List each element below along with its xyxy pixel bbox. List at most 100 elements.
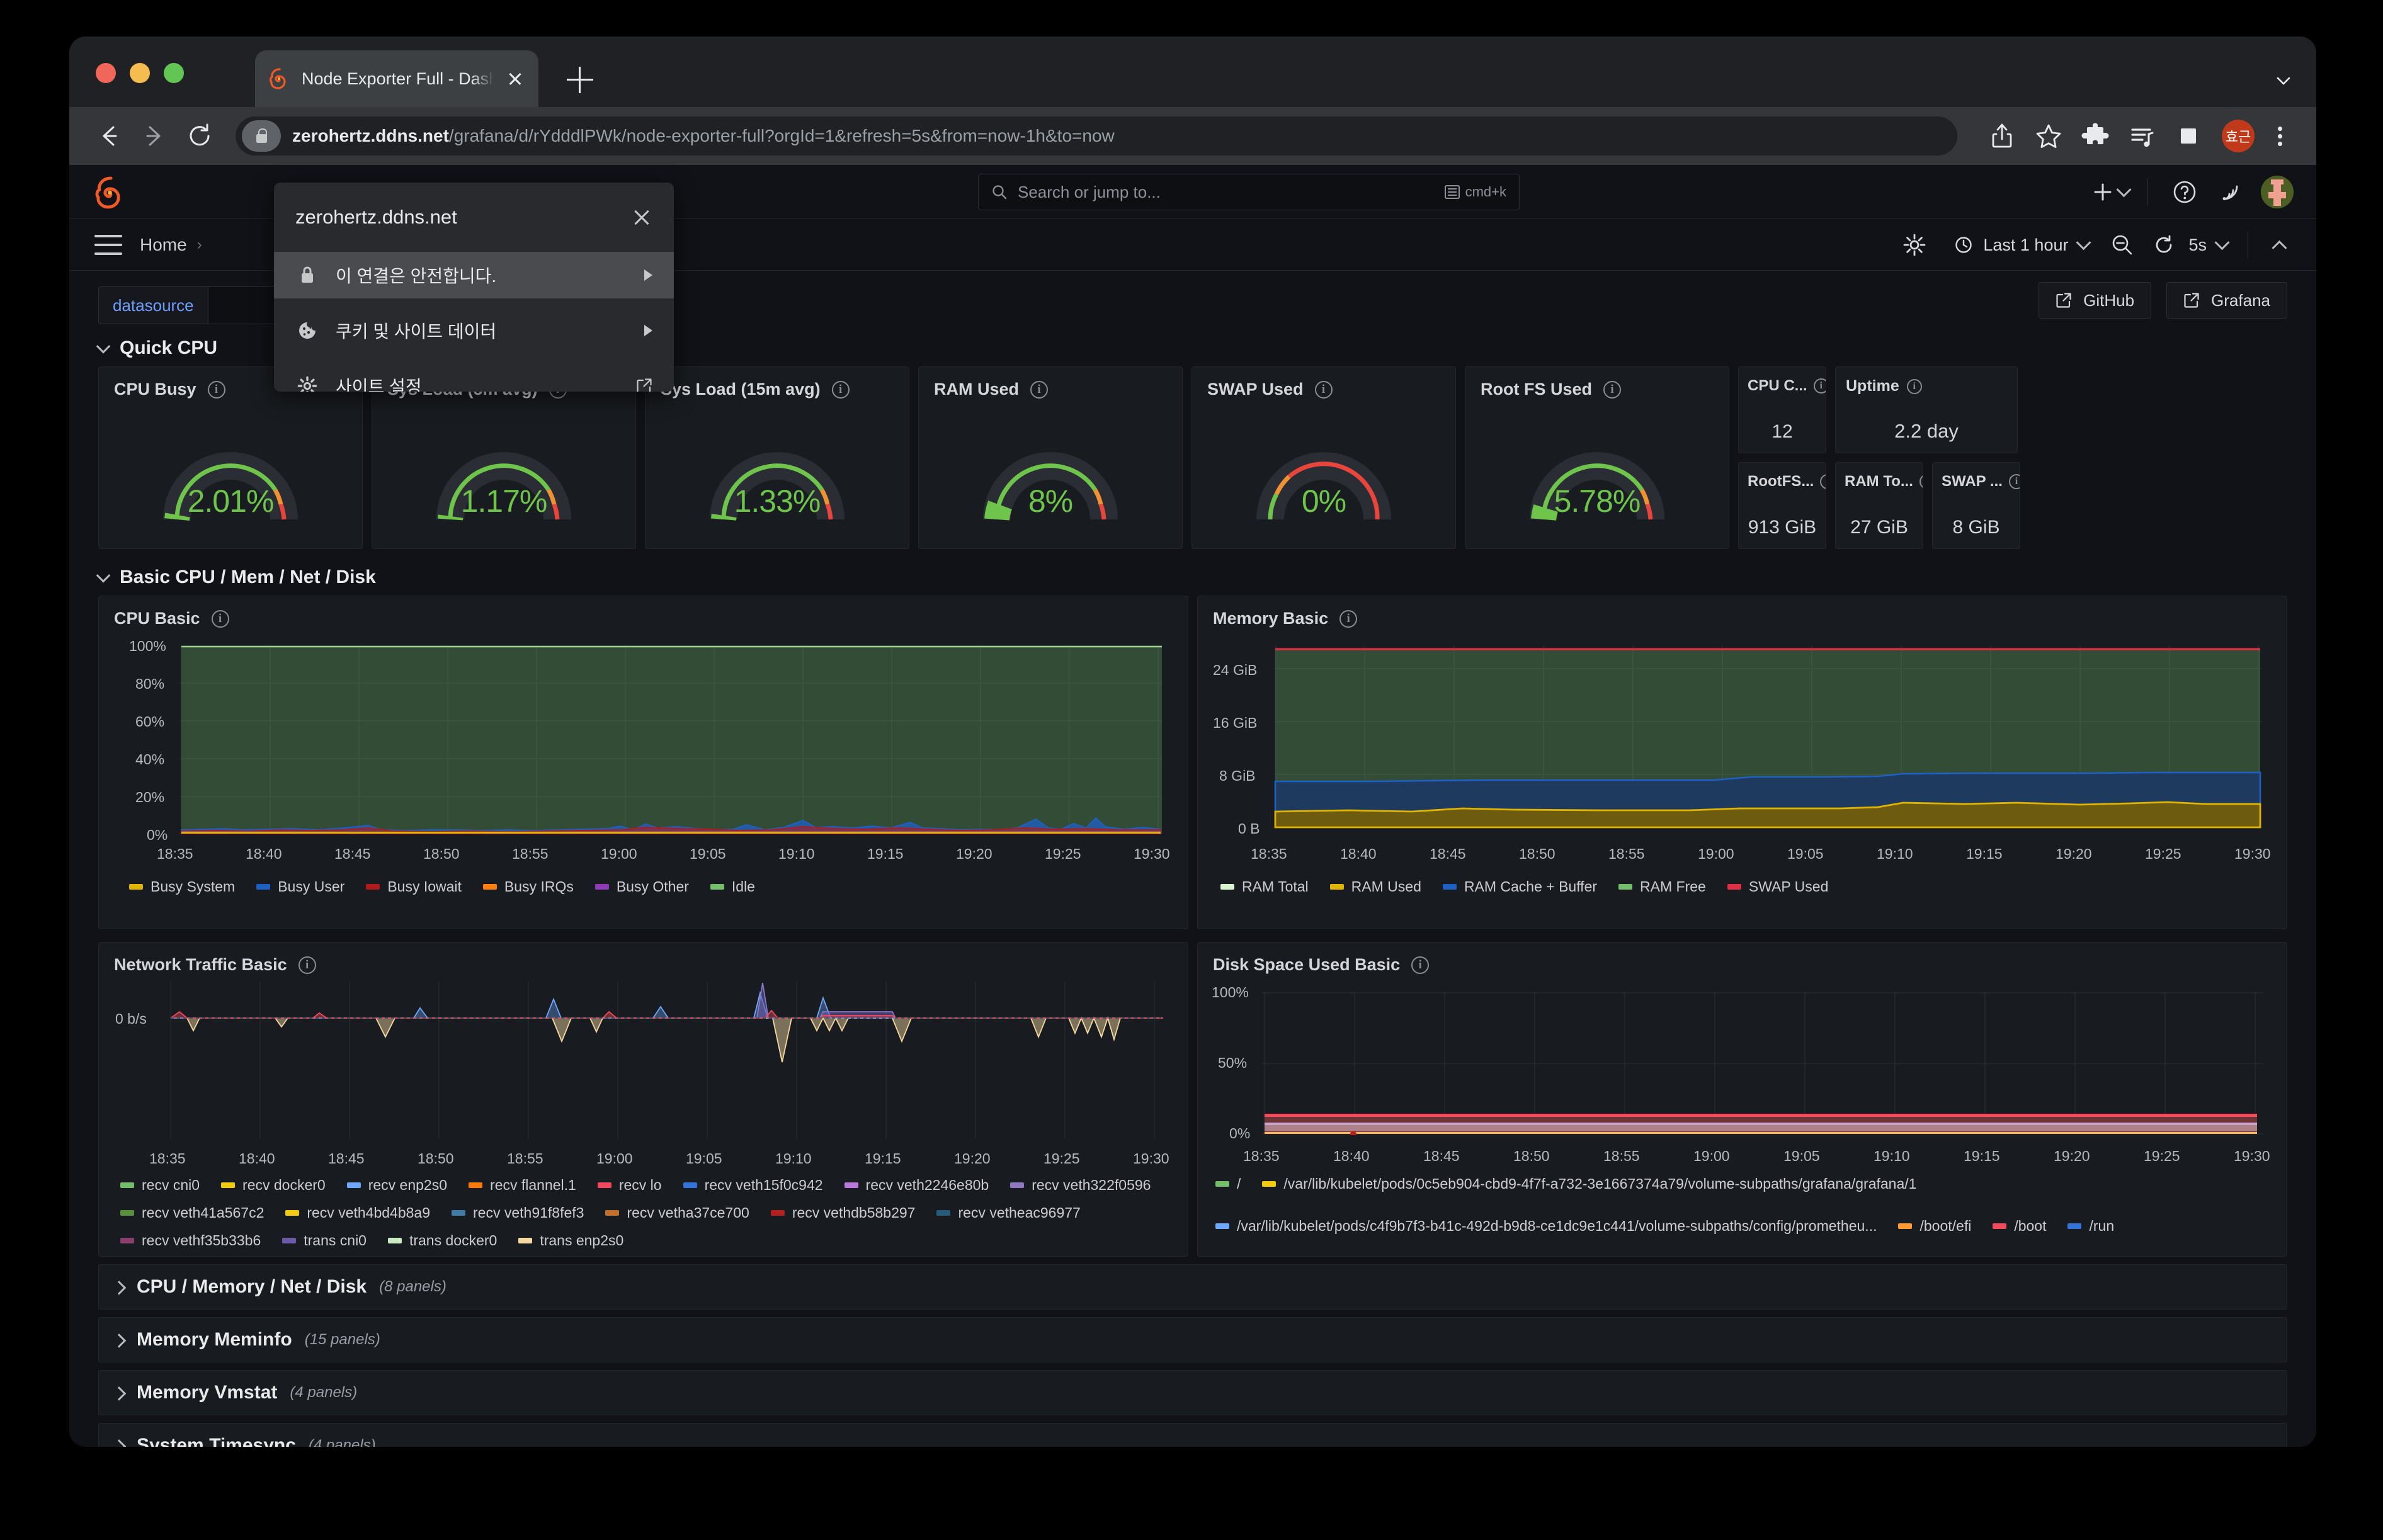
panel-title-text: RAM Used: [934, 380, 1020, 399]
legend-item[interactable]: /var/lib/kubelet/pods/c4f9b7f3-b41c-492d…: [1215, 1218, 1877, 1235]
legend-item[interactable]: RAM Total: [1220, 878, 1309, 895]
info-icon[interactable]: i: [1820, 474, 1826, 489]
legend-item[interactable]: /boot/efi: [1898, 1218, 1971, 1235]
news-rss-icon[interactable]: [2212, 174, 2248, 210]
address-bar[interactable]: zerohertz.ddns.net/grafana/d/rYdddlPWk/n…: [236, 116, 1957, 156]
maximize-window-button[interactable]: [164, 63, 184, 83]
legend-item[interactable]: RAM Cache + Buffer: [1442, 878, 1597, 895]
legend-item[interactable]: recv veth91f8fef3: [452, 1204, 584, 1221]
legend-item[interactable]: recv veth4bd4b8a9: [285, 1204, 430, 1221]
info-icon[interactable]: i: [298, 956, 316, 974]
collapsed-row-memory-meminfo[interactable]: Memory Meminfo (15 panels): [98, 1317, 2287, 1362]
close-tab-button[interactable]: [506, 69, 525, 88]
legend-item[interactable]: recv veth322f0596: [1010, 1177, 1151, 1194]
legend-item[interactable]: recv veth41a567c2: [120, 1204, 264, 1221]
legend-item[interactable]: /run: [2067, 1218, 2114, 1235]
info-icon[interactable]: i: [2008, 474, 2020, 489]
legend-item[interactable]: /: [1215, 1175, 1241, 1192]
info-icon[interactable]: i: [1906, 378, 1922, 394]
media-playlist-icon[interactable]: [2122, 116, 2161, 156]
tab-search-chevron-icon[interactable]: [2275, 72, 2292, 89]
browser-window: Node Exporter Full - Dashboar zero: [69, 37, 2316, 1447]
panel-cpu-basic: CPU Basic i 100% 80% 60% 40% 20% 0% 18:3…: [98, 596, 1188, 929]
legend-item[interactable]: /var/lib/kubelet/pods/0c5eb904-cbd9-4f7f…: [1262, 1175, 1916, 1192]
legend-item[interactable]: Busy Iowait: [366, 878, 462, 895]
refresh-interval-picker[interactable]: 5s: [2185, 229, 2231, 261]
grafana-link-button[interactable]: Grafana: [2166, 282, 2287, 319]
github-link-button[interactable]: GitHub: [2039, 282, 2152, 319]
legend-item[interactable]: recv vethf35b33b6: [120, 1232, 261, 1249]
menu-toggle-button[interactable]: [94, 234, 122, 255]
collapsed-row-cpu-memory-net-disk[interactable]: CPU / Memory / Net / Disk (8 panels): [98, 1264, 2287, 1310]
panel-title-text: RootFS...: [1748, 473, 1814, 490]
bookmark-star-icon[interactable]: [2029, 116, 2068, 156]
close-window-button[interactable]: [96, 63, 116, 83]
user-avatar[interactable]: [2261, 176, 2294, 208]
time-range-picker[interactable]: Last 1 hour: [1950, 229, 2093, 261]
legend-item[interactable]: Busy IRQs: [482, 878, 574, 895]
legend-item[interactable]: trans docker0: [387, 1232, 497, 1249]
site-info-button[interactable]: [242, 120, 281, 152]
forward-button[interactable]: [136, 118, 173, 154]
legend-item[interactable]: /boot: [1993, 1218, 2046, 1235]
site-info-site-settings[interactable]: 사이트 설정: [274, 363, 674, 392]
search-input[interactable]: Search or jump to... cmd+k: [978, 174, 1520, 210]
legend-item[interactable]: Busy User: [256, 878, 344, 895]
profile-avatar[interactable]: 효근: [2222, 120, 2255, 152]
extensions-puzzle-icon[interactable]: [2076, 116, 2115, 156]
browser-menu-button[interactable]: [2265, 116, 2295, 156]
legend-item[interactable]: RAM Free: [1618, 878, 1706, 895]
side-panel-icon[interactable]: [2169, 116, 2208, 156]
legend-item[interactable]: recv vethdb58b297: [770, 1204, 915, 1221]
add-new-button[interactable]: [2091, 180, 2132, 204]
legend-item[interactable]: Busy System: [129, 878, 235, 895]
info-icon[interactable]: i: [831, 380, 850, 399]
legend-item[interactable]: recv lo: [597, 1177, 662, 1194]
legend-item[interactable]: recv docker0: [221, 1177, 326, 1194]
legend-item[interactable]: recv enp2s0: [346, 1177, 447, 1194]
info-icon[interactable]: i: [1813, 378, 1826, 393]
legend-item[interactable]: Busy Other: [594, 878, 689, 895]
breadcrumb[interactable]: Home: [140, 235, 187, 255]
share-icon[interactable]: [1982, 116, 2022, 156]
lock-icon: [256, 128, 268, 144]
site-info-cookies-and-data[interactable]: 쿠키 및 사이트 데이터: [274, 307, 674, 354]
legend-item[interactable]: recv vetheac96977: [936, 1204, 1081, 1221]
collapsed-row-memory-vmstat[interactable]: Memory Vmstat (4 panels): [98, 1370, 2287, 1415]
legend-item[interactable]: trans enp2s0: [518, 1232, 623, 1249]
help-icon[interactable]: [2166, 174, 2203, 210]
browser-tab[interactable]: Node Exporter Full - Dashboar: [255, 50, 538, 107]
legend-item[interactable]: recv veth15f0c942: [683, 1177, 823, 1194]
collapsed-row-system-timesync[interactable]: System Timesync (4 panels): [98, 1423, 2287, 1447]
legend-item[interactable]: recv cni0: [120, 1177, 200, 1194]
legend-item[interactable]: recv vetha37ce700: [605, 1204, 749, 1221]
collapse-toolbar-button[interactable]: [2265, 230, 2294, 259]
info-icon[interactable]: i: [1030, 380, 1049, 399]
new-tab-button[interactable]: [567, 67, 593, 93]
section-header-basic[interactable]: Basic CPU / Mem / Net / Disk: [69, 560, 2316, 592]
legend-swatch: [256, 884, 271, 890]
info-icon[interactable]: i: [211, 609, 229, 628]
info-icon[interactable]: i: [207, 380, 225, 399]
site-info-connection-secure[interactable]: 이 연결은 안전합니다.: [274, 252, 674, 298]
minimize-window-button[interactable]: [130, 63, 150, 83]
legend-item[interactable]: Idle: [710, 878, 755, 895]
row-title: CPU / Memory / Net / Disk: [137, 1276, 367, 1297]
legend-item[interactable]: recv veth2246e80b: [844, 1177, 989, 1194]
legend-item[interactable]: RAM Used: [1329, 878, 1421, 895]
back-button[interactable]: [91, 118, 127, 154]
info-icon[interactable]: i: [1339, 609, 1358, 628]
zoom-out-time-range-button[interactable]: [2109, 232, 2136, 258]
info-icon[interactable]: i: [1603, 380, 1622, 399]
info-icon[interactable]: i: [1411, 956, 1430, 974]
grafana-logo-icon[interactable]: [94, 176, 127, 209]
legend-item[interactable]: SWAP Used: [1727, 878, 1828, 895]
refresh-dashboard-button[interactable]: [2152, 233, 2176, 257]
info-icon[interactable]: i: [1919, 474, 1923, 489]
legend-item[interactable]: recv flannel.1: [469, 1177, 576, 1194]
reload-button[interactable]: [181, 118, 218, 154]
dashboard-settings-gear-icon[interactable]: [1900, 230, 1929, 259]
close-popup-button[interactable]: [631, 207, 652, 228]
info-icon[interactable]: i: [1314, 380, 1333, 399]
legend-item[interactable]: trans cni0: [282, 1232, 367, 1249]
